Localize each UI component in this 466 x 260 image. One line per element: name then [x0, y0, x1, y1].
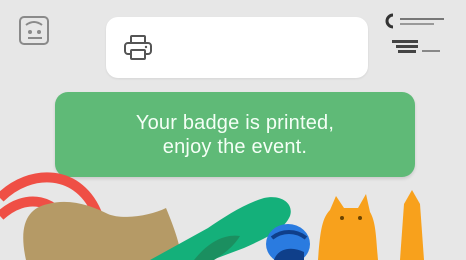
sponsor-logo-icon: [392, 40, 440, 53]
event-logo-icon: [19, 16, 49, 45]
success-message-line-1: Your badge is printed,: [135, 111, 335, 134]
sponsor-logo-bottom: [384, 36, 452, 58]
printer-icon: [124, 35, 152, 60]
brown-animal-shape: [23, 201, 182, 260]
badge-printed-screen: Your badge is printed, enjoy the event.: [0, 0, 466, 260]
sponsor-logo-top: [384, 10, 452, 32]
decorative-illustration: [0, 172, 424, 260]
sponsor-logo-icon: [385, 13, 444, 29]
printer-status-card: [106, 17, 368, 78]
orange-tail-shape: [400, 190, 424, 260]
orange-cat-shape: [318, 194, 378, 260]
success-message-line-2: enjoy the event.: [162, 135, 308, 158]
success-message: Your badge is printed, enjoy the event.: [136, 111, 334, 159]
